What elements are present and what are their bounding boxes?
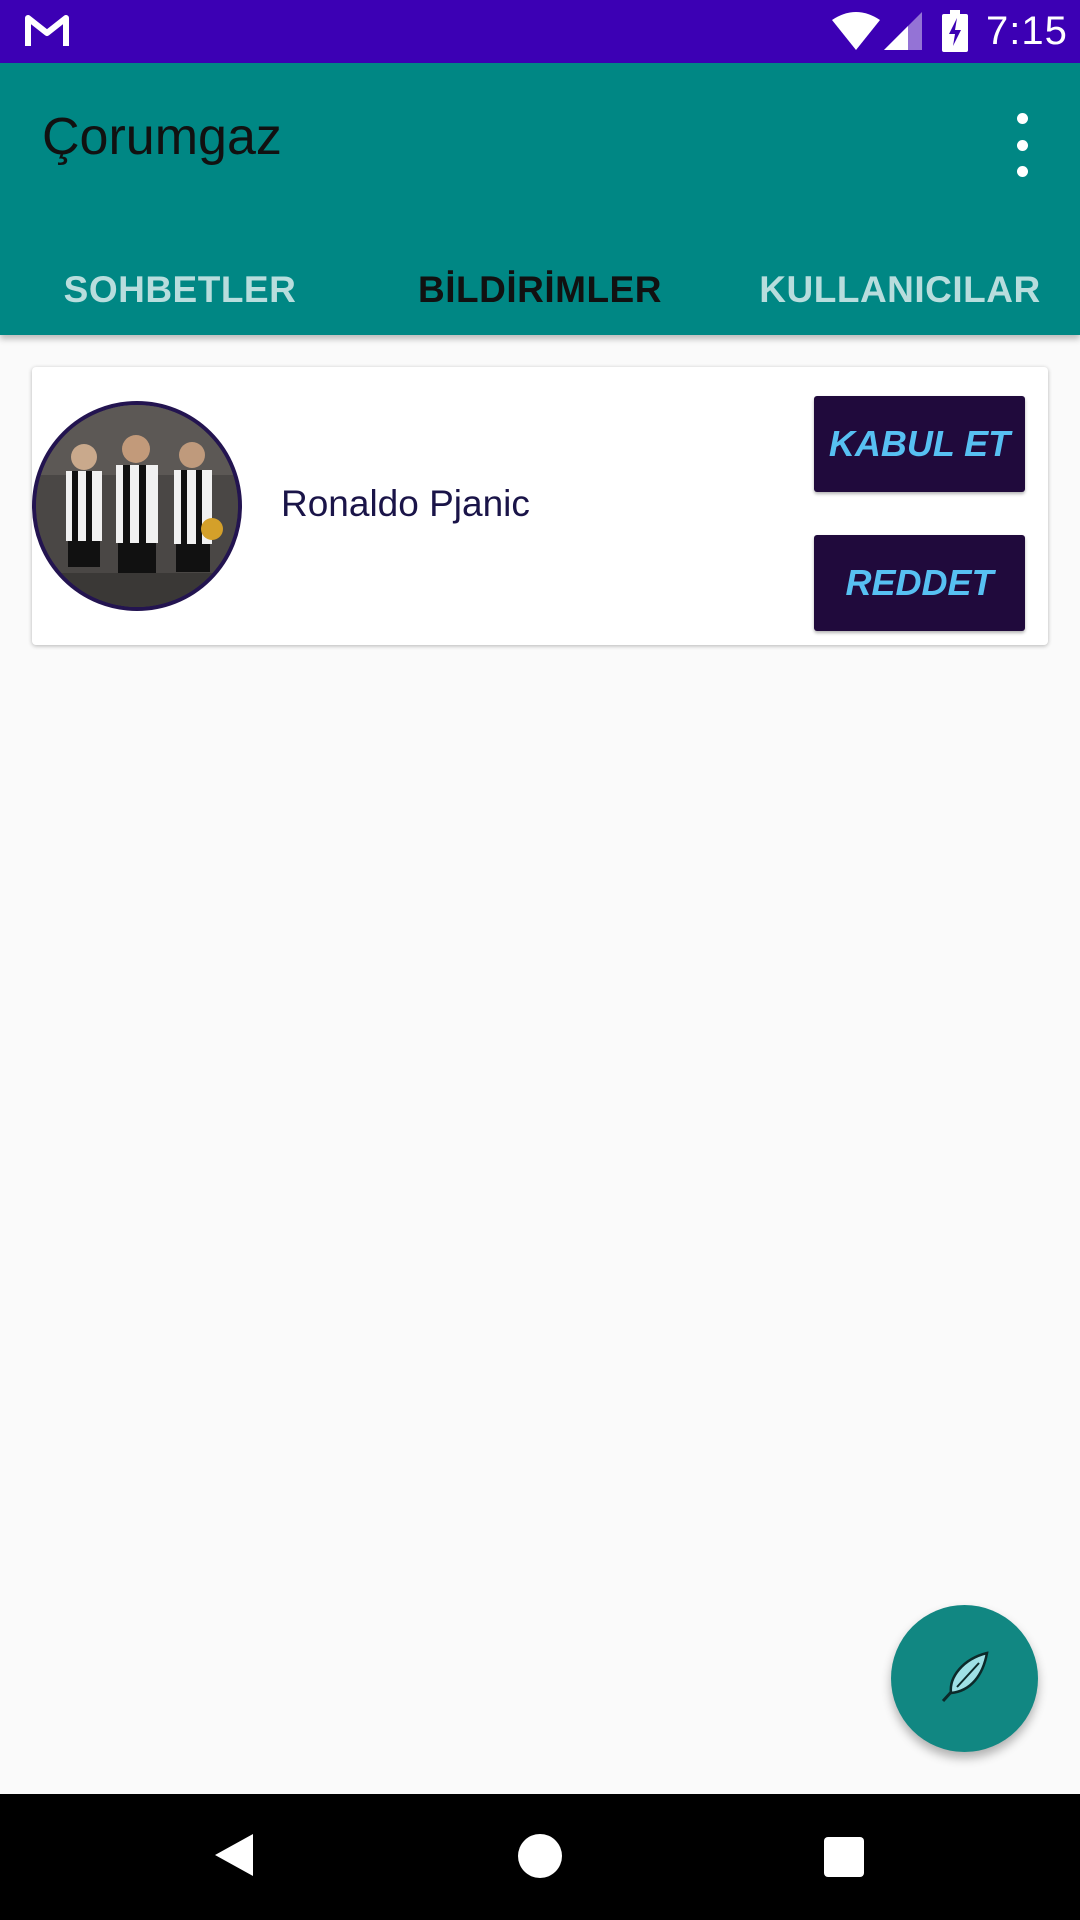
tab-sohbetler[interactable]: SOHBETLER xyxy=(0,245,360,335)
avatar[interactable] xyxy=(32,401,242,611)
tab-bildirimler[interactable]: BİLDİRİMLER xyxy=(360,245,720,335)
home-icon[interactable] xyxy=(518,1834,562,1878)
request-user-name: Ronaldo Pjanic xyxy=(281,483,530,524)
recents-icon[interactable] xyxy=(824,1837,864,1877)
more-vert-icon[interactable] xyxy=(1006,113,1038,177)
tab-bar: SOHBETLER BİLDİRİMLER KULLANICILAR xyxy=(0,245,1080,335)
gmail-icon xyxy=(24,12,70,54)
battery-charging-icon xyxy=(942,10,968,56)
signal-icon xyxy=(884,12,922,54)
status-time: 7:15 xyxy=(986,9,1068,53)
friend-request-card: Ronaldo Pjanic KABUL ET REDDET xyxy=(32,367,1048,645)
app-title: Çorumgaz xyxy=(42,108,282,166)
new-message-button[interactable] xyxy=(891,1605,1038,1752)
tab-kullanicilar[interactable]: KULLANICILAR xyxy=(720,245,1080,335)
wifi-icon xyxy=(832,12,880,54)
accept-button[interactable]: KABUL ET xyxy=(814,396,1025,492)
app-bar: Çorumgaz SOHBETLER BİLDİRİMLER KULLANICI… xyxy=(0,63,1080,335)
feather-icon xyxy=(937,1649,993,1709)
back-icon[interactable] xyxy=(215,1832,255,1882)
navigation-bar xyxy=(0,1794,1080,1920)
status-bar: 7:15 xyxy=(0,0,1080,63)
reject-button[interactable]: REDDET xyxy=(814,535,1025,631)
